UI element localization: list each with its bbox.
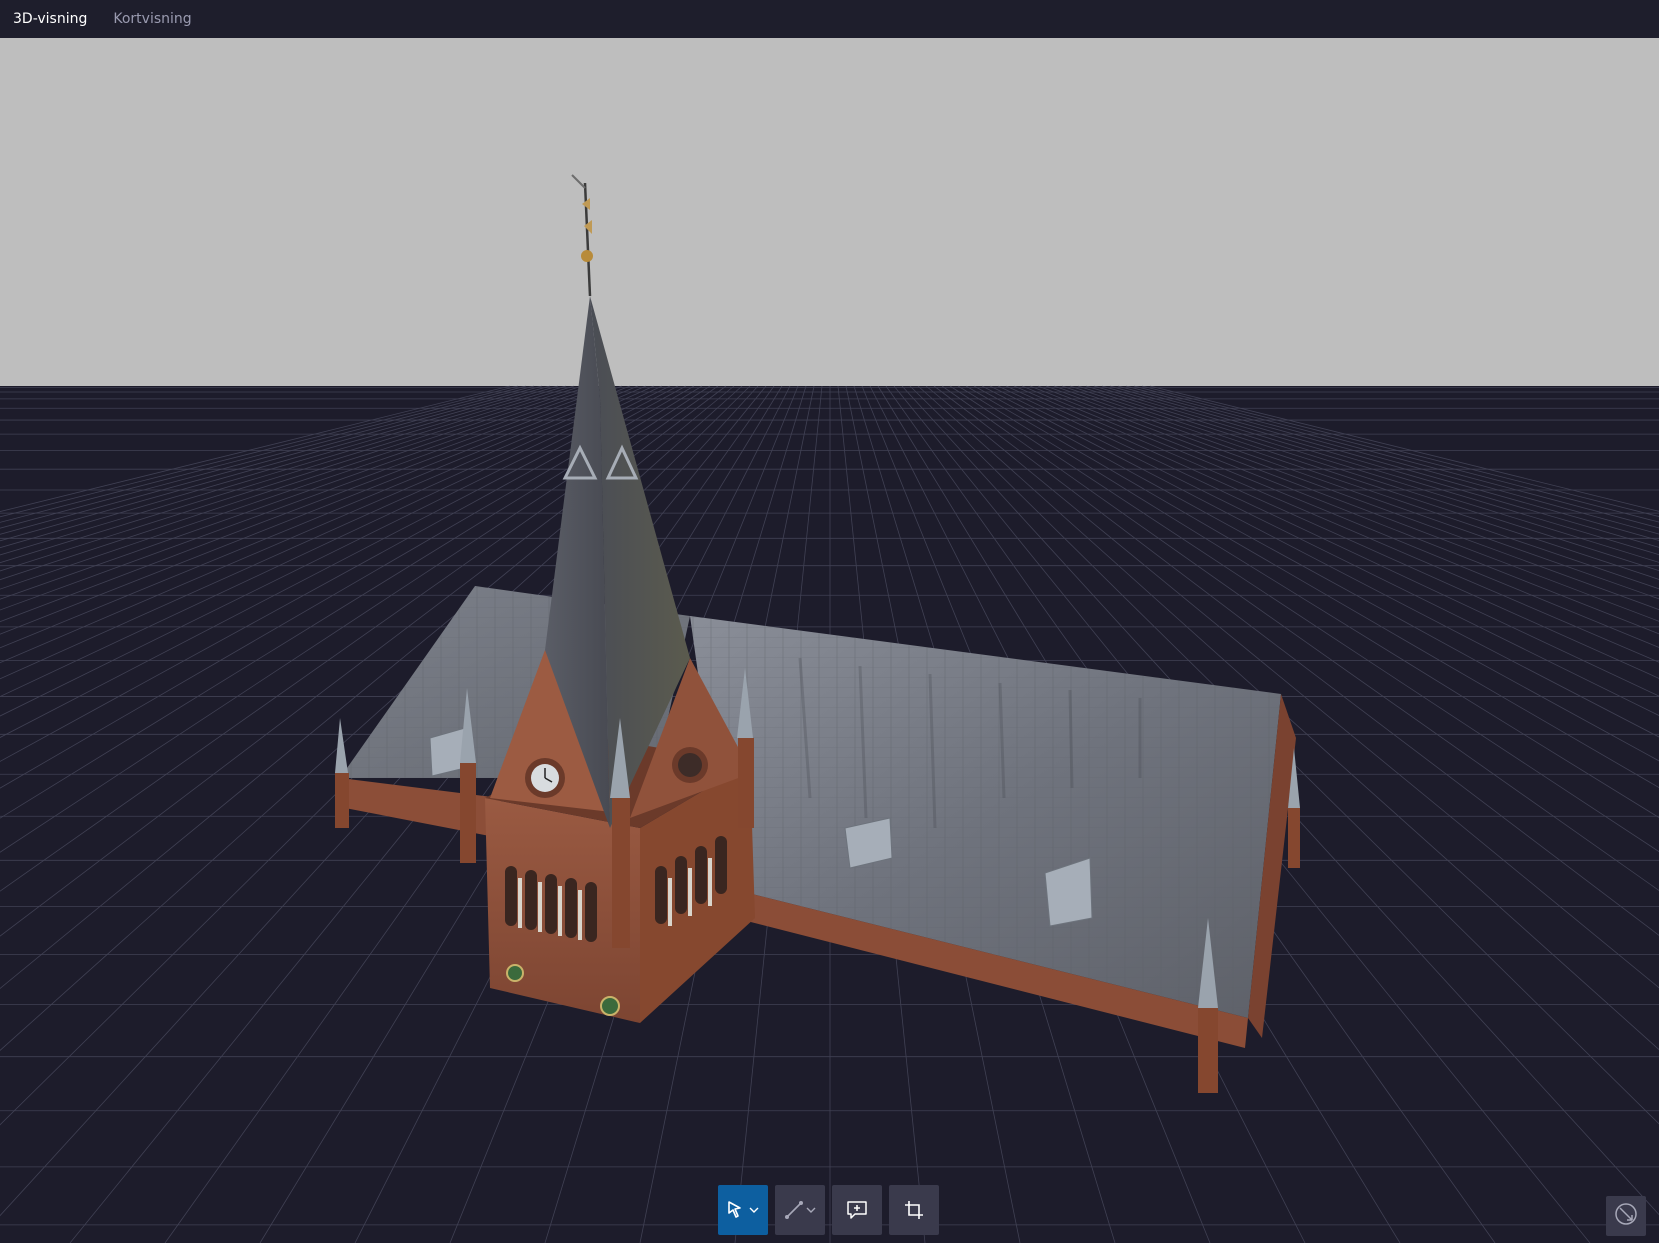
chevron-down-icon[interactable] xyxy=(805,1204,817,1216)
measure-tool-button[interactable] xyxy=(775,1185,825,1235)
chevron-down-icon[interactable] xyxy=(748,1204,760,1216)
3d-viewport[interactable] xyxy=(0,38,1659,1243)
scene-canvas xyxy=(0,38,1659,1243)
view-tab-bar: 3D-visning Kortvisning xyxy=(0,0,1659,38)
measure-line-icon xyxy=(783,1199,805,1221)
add-comment-icon xyxy=(845,1198,869,1222)
tab-3d-view[interactable]: 3D-visning xyxy=(13,0,87,38)
compass-icon xyxy=(1613,1201,1639,1231)
crop-tool-button[interactable] xyxy=(889,1185,939,1235)
crop-icon xyxy=(903,1199,925,1221)
compass-button[interactable] xyxy=(1606,1196,1646,1236)
select-tool-button[interactable] xyxy=(718,1185,768,1235)
add-comment-button[interactable] xyxy=(832,1185,882,1235)
bottom-toolbar xyxy=(718,1185,939,1235)
select-arrow-icon xyxy=(726,1199,748,1221)
sky-backdrop xyxy=(0,38,1659,386)
tab-map-view[interactable]: Kortvisning xyxy=(113,0,191,38)
